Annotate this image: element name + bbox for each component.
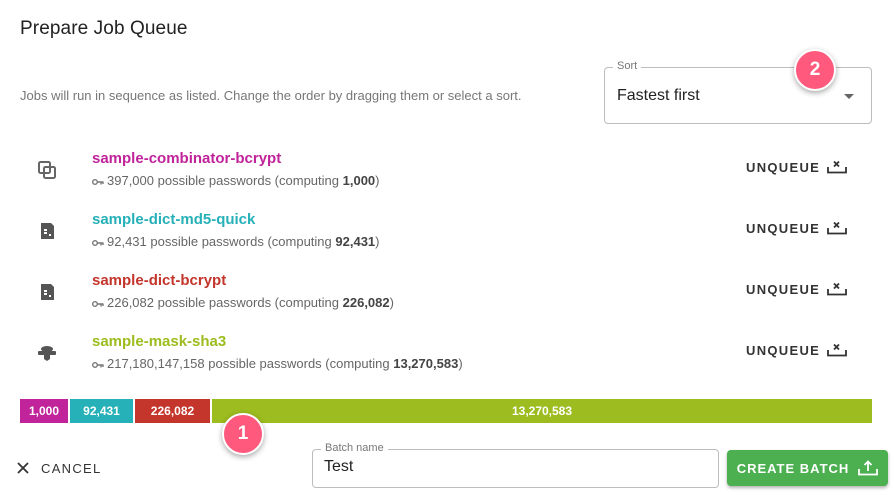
key-icon xyxy=(92,178,104,185)
job-description: 217,180,147,158 possible passwords (comp… xyxy=(92,356,463,371)
job-row[interactable]: sample-dict-md5-quick 92,431 possible pa… xyxy=(0,207,894,268)
possible-passwords-count: 226,082 xyxy=(107,295,154,310)
key-icon xyxy=(92,361,104,368)
dropdown-arrow-icon xyxy=(844,94,854,99)
unqueue-button[interactable]: UNQUEUE xyxy=(746,336,848,364)
possible-passwords-count: 217,180,147,158 xyxy=(107,356,205,371)
unqueue-icon xyxy=(827,343,848,357)
cancel-label: CANCEL xyxy=(41,460,102,476)
batch-name-label: Batch name xyxy=(321,442,388,454)
queue-segment: 13,270,583 xyxy=(212,399,872,423)
job-row[interactable]: sample-combinator-bcrypt 397,000 possibl… xyxy=(0,146,894,207)
key-icon xyxy=(92,300,104,307)
sort-value: Fastest first xyxy=(617,87,700,104)
create-batch-label: CREATE BATCH xyxy=(736,460,850,476)
dictionary-icon xyxy=(36,220,58,242)
queue-segment: 226,082 xyxy=(135,399,210,423)
unqueue-button[interactable]: UNQUEUE xyxy=(746,153,848,181)
possible-passwords-count: 397,000 xyxy=(107,173,154,188)
queue-segment: 1,000 xyxy=(20,399,68,423)
step-badge-1: 1 xyxy=(222,413,264,455)
job-name[interactable]: sample-dict-md5-quick xyxy=(92,211,255,228)
job-desc-text: possible passwords (computing xyxy=(208,356,390,371)
unqueue-icon xyxy=(827,221,848,235)
unqueue-label: UNQUEUE xyxy=(746,281,821,297)
cancel-button[interactable]: CANCEL xyxy=(16,456,102,480)
sort-label: Sort xyxy=(613,60,642,72)
mask-icon xyxy=(36,342,58,364)
job-description: 397,000 possible passwords (computing 1,… xyxy=(92,173,380,188)
queue-segment: 92,431 xyxy=(70,399,133,423)
unqueue-label: UNQUEUE xyxy=(746,159,821,175)
dialog-subtitle: Jobs will run in sequence as listed. Cha… xyxy=(20,88,522,103)
page-title: Prepare Job Queue xyxy=(20,18,188,39)
job-row[interactable]: sample-mask-sha3 217,180,147,158 possibl… xyxy=(0,329,894,390)
job-desc-end: ) xyxy=(375,173,380,188)
job-description: 92,431 possible passwords (computing 92,… xyxy=(92,234,380,249)
computing-count: 92,431 xyxy=(335,234,376,249)
dictionary-icon xyxy=(36,281,58,303)
job-description: 226,082 possible passwords (computing 22… xyxy=(92,295,394,310)
job-desc-end: ) xyxy=(375,234,380,249)
batch-name-field[interactable]: Batch name xyxy=(312,442,719,488)
computing-count: 13,270,583 xyxy=(393,356,459,371)
upload-icon xyxy=(858,460,879,476)
job-desc-text: possible passwords (computing xyxy=(150,234,332,249)
job-desc-end: ) xyxy=(389,295,394,310)
possible-passwords-count: 92,431 xyxy=(107,234,147,249)
job-desc-text: possible passwords (computing xyxy=(157,173,339,188)
unqueue-button[interactable]: UNQUEUE xyxy=(746,214,848,242)
computing-count: 226,082 xyxy=(342,295,390,310)
job-name[interactable]: sample-combinator-bcrypt xyxy=(92,150,281,167)
job-name[interactable]: sample-dict-bcrypt xyxy=(92,272,226,289)
unqueue-icon xyxy=(827,160,848,174)
computing-count: 1,000 xyxy=(342,173,376,188)
job-desc-end: ) xyxy=(458,356,463,371)
close-icon xyxy=(17,462,29,474)
job-row[interactable]: sample-dict-bcrypt 226,082 possible pass… xyxy=(0,268,894,329)
unqueue-label: UNQUEUE xyxy=(746,342,821,358)
key-icon xyxy=(92,239,104,246)
job-name[interactable]: sample-mask-sha3 xyxy=(92,333,226,350)
create-batch-button[interactable]: CREATE BATCH xyxy=(727,450,888,486)
job-desc-text: possible passwords (computing xyxy=(157,295,339,310)
unqueue-button[interactable]: UNQUEUE xyxy=(746,275,848,303)
unqueue-icon xyxy=(827,282,848,296)
combinator-icon xyxy=(36,159,58,181)
unqueue-label: UNQUEUE xyxy=(746,220,821,236)
step-badge-2: 2 xyxy=(794,49,836,91)
batch-name-input[interactable] xyxy=(324,458,704,476)
